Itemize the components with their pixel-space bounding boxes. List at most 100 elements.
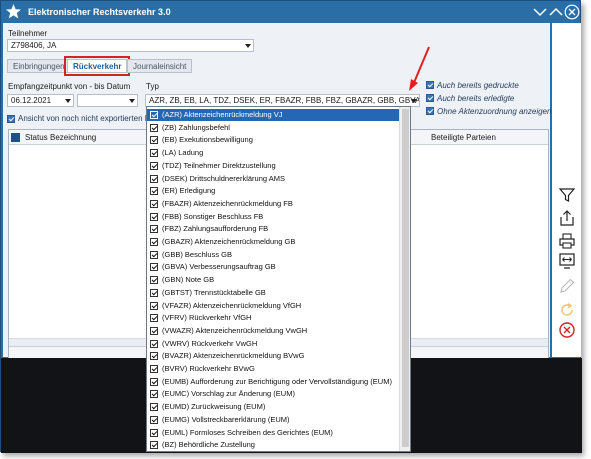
chevron-down-icon [65, 99, 71, 103]
participant-select[interactable]: Z798406, JA [7, 39, 254, 52]
type-option[interactable]: (FBZ) Zahlungsaufforderung FB [147, 223, 399, 235]
type-option[interactable]: (VWRV) Rückverkehr VwGH [147, 338, 399, 350]
type-option-label: (GBN) Note GB [162, 275, 215, 285]
type-option-checkbox[interactable] [150, 174, 158, 183]
select-all-cell[interactable] [11, 133, 20, 142]
type-option[interactable]: (EUMG) Vollstreckbarerklärung (EUM) [147, 414, 399, 426]
type-option-label: (GBVA) Verbesserungsauftrag GB [162, 262, 276, 272]
refresh-icon[interactable] [558, 301, 576, 319]
type-option[interactable]: (BVAZR) Aktenzeichenrückmeldung BVwG [147, 350, 399, 362]
type-option[interactable]: (GBAZR) Aktenzeichenrückmeldung GB [147, 236, 399, 248]
type-option[interactable]: (GBVA) Verbesserungsauftrag GB [147, 261, 399, 273]
type-option[interactable]: (GBTST) Trennstücktabelle GB [147, 287, 399, 299]
type-option[interactable]: (EB) Exekutionsbewilligung [147, 134, 399, 146]
type-option-checkbox[interactable] [150, 390, 158, 399]
type-option-label: (GBTST) Trennstücktabelle GB [162, 287, 266, 297]
type-option[interactable]: (EUMD) Zurückweisung (EUM) [147, 401, 399, 413]
column-bezeichnung[interactable]: Bezeichnung [50, 133, 96, 142]
type-option[interactable]: (FBB) Sonstiger Beschluss FB [147, 211, 399, 223]
maximize-chevron-icon[interactable] [548, 4, 564, 20]
type-option-checkbox[interactable] [150, 238, 158, 246]
type-option[interactable]: (LA) Ladung [147, 147, 399, 159]
title-bar: Elektronischer Rechtsverkehr 3.0 [1, 1, 580, 23]
type-option-checkbox[interactable] [150, 288, 158, 297]
close-icon[interactable] [564, 4, 580, 20]
type-option-checkbox[interactable] [150, 339, 158, 348]
type-option-checkbox[interactable] [150, 365, 158, 373]
type-option-checkbox[interactable] [150, 403, 158, 412]
tab-einbringungen[interactable]: Einbringungen [7, 59, 71, 73]
dropdown-scroll-thumb[interactable] [402, 109, 409, 447]
dropdown-scrollbar[interactable] [399, 107, 410, 451]
type-option-checkbox[interactable] [150, 377, 158, 386]
type-option-label: (VWRV) Rückverkehr VwGH [162, 338, 258, 348]
type-option[interactable]: (BVRV) Rückverkehr BVwG [147, 363, 399, 375]
participant-label: Teilnehmer [8, 29, 48, 38]
type-option-checkbox[interactable] [150, 428, 158, 437]
type-option-checkbox[interactable] [150, 111, 158, 119]
column-parteien[interactable]: Beteiligte Parteien [431, 133, 496, 142]
delete-icon[interactable] [558, 321, 576, 339]
type-option[interactable]: (ER) Erledigung [147, 185, 399, 197]
type-option-label: (AZR) Aktenzeichenrückmeldung VJ [162, 110, 283, 119]
chevron-down-icon [245, 44, 251, 48]
type-option-checkbox[interactable] [150, 314, 158, 323]
type-option-checkbox[interactable] [150, 415, 158, 424]
type-option-checkbox[interactable] [150, 212, 158, 221]
tab-label: Journaleinsicht [133, 62, 187, 71]
type-option[interactable]: (EUML) Formloses Schreiben des Gerichtes… [147, 427, 399, 439]
unexported-checkbox[interactable] [7, 115, 15, 123]
type-option-checkbox[interactable] [150, 326, 158, 335]
type-option-checkbox[interactable] [150, 161, 158, 170]
type-option-checkbox[interactable] [150, 301, 158, 310]
tab-journaleinsicht[interactable]: Journaleinsicht [127, 59, 193, 73]
type-option-checkbox[interactable] [150, 149, 158, 158]
participant-value: Z798406, JA [11, 41, 57, 50]
type-option[interactable]: (ZB) Zahlungsbefehl [147, 122, 399, 134]
export-icon[interactable] [558, 209, 576, 227]
type-option-label: (TDZ) Teilnehmer Direktzustellung [162, 160, 276, 170]
date-from-select[interactable]: 06.12.2021 [7, 94, 74, 107]
type-option-label: (FBAZR) Aktenzeichenrückmeldung FB [162, 198, 293, 208]
type-option[interactable]: (TDZ) Teilnehmer Direktzustellung [147, 160, 399, 172]
type-option-label: (VWAZR) Aktenzeichenrückmeldung VwGH [162, 325, 308, 335]
type-option[interactable]: (EUMC) Vorschlag zur Änderung (EUM) [147, 388, 399, 400]
minimize-chevron-icon[interactable] [532, 4, 548, 20]
edit-pencil-icon[interactable] [558, 277, 576, 295]
type-option[interactable]: (AZR) Aktenzeichenrückmeldung VJ [147, 109, 399, 121]
type-option-checkbox[interactable] [150, 276, 158, 285]
column-status[interactable]: Status [25, 133, 48, 142]
tab-rueckverkehr[interactable]: Rückverkehr [63, 56, 131, 76]
type-option-checkbox[interactable] [150, 352, 158, 361]
type-option[interactable]: (VWAZR) Aktenzeichenrückmeldung VwGH [147, 325, 399, 337]
type-option-checkbox[interactable] [150, 225, 158, 234]
type-option[interactable]: (EUMB) Aufforderung zur Berichtigung ode… [147, 376, 399, 388]
type-option-checkbox[interactable] [150, 263, 158, 272]
chevron-down-icon [129, 99, 135, 103]
filter-icon[interactable] [558, 186, 576, 204]
type-option[interactable]: (DSEK) Drittschuldnererklärung AMS [147, 173, 399, 185]
type-option-checkbox[interactable] [150, 250, 158, 259]
date-to-select[interactable] [77, 94, 138, 107]
chevron-down-icon [411, 99, 417, 103]
type-option[interactable]: (FBAZR) Aktenzeichenrückmeldung FB [147, 198, 399, 210]
tab-label: Rückverkehr [73, 62, 122, 71]
type-option-checkbox[interactable] [150, 187, 158, 196]
type-option-label: (DSEK) Drittschuldnererklärung AMS [162, 173, 285, 183]
type-option-checkbox[interactable] [150, 199, 158, 208]
type-dropdown-list[interactable]: (AZR) Aktenzeichenrückmeldung VJ (ZB) Zah… [146, 106, 411, 452]
no-file-checkbox[interactable] [426, 107, 434, 115]
type-label: Typ [146, 82, 159, 91]
type-option-checkbox[interactable] [150, 441, 158, 450]
type-option[interactable]: (VFAZR) Aktenzeichenrückmeldung VfGH [147, 300, 399, 312]
done-checkbox[interactable] [426, 94, 434, 102]
type-option[interactable]: (VFRV) Rückverkehr VfGH [147, 312, 399, 324]
type-option[interactable]: (GBN) Note GB [147, 274, 399, 286]
fit-width-icon[interactable] [558, 252, 576, 270]
type-option-checkbox[interactable] [150, 123, 158, 132]
print-icon[interactable] [558, 232, 576, 250]
type-option-label: (BVRV) Rückverkehr BVwG [162, 364, 255, 373]
type-option[interactable]: (GBB) Beschluss GB [147, 249, 399, 261]
type-option-checkbox[interactable] [150, 136, 158, 145]
type-option[interactable]: (BZ) Behördliche Zustellung [147, 439, 399, 451]
